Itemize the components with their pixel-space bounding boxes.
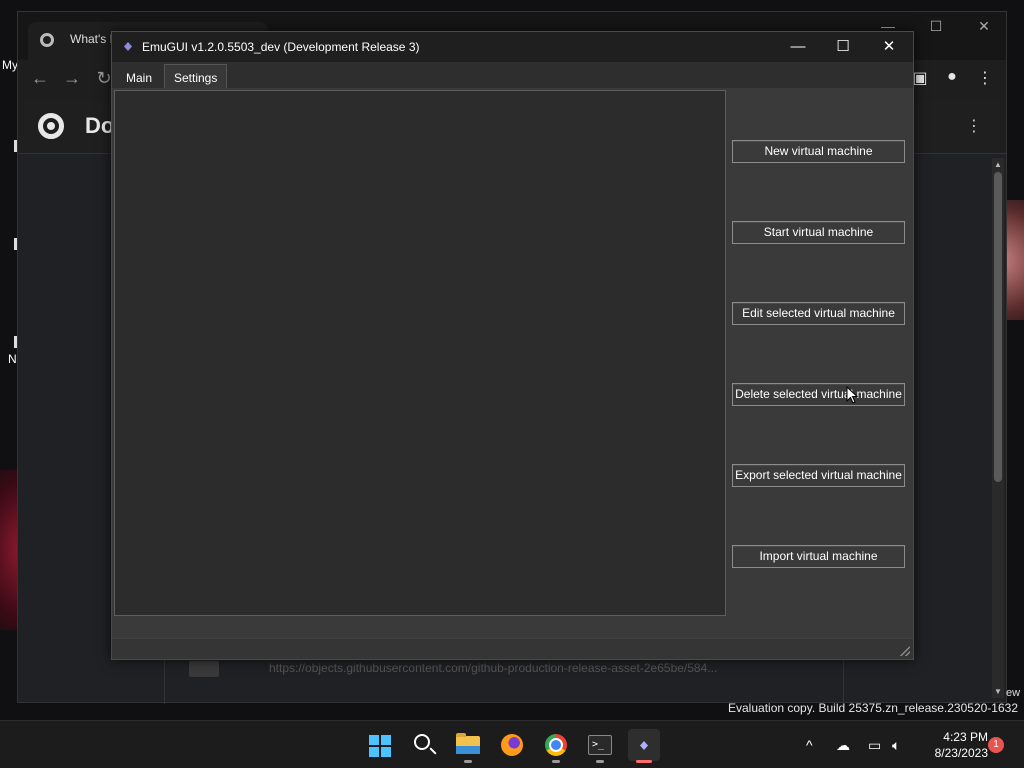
mouse-cursor-icon bbox=[846, 386, 858, 404]
close-button[interactable]: ✕ bbox=[874, 36, 904, 58]
taskbar: >_ ^ ☁ ▭ 🔈︎ 4:23 PM 8/23/2023 1 bbox=[0, 720, 1024, 768]
start-vm-button[interactable]: Start virtual machine bbox=[732, 221, 905, 244]
clock-time: 4:23 PM bbox=[943, 730, 988, 744]
import-vm-button[interactable]: Import virtual machine bbox=[732, 545, 905, 568]
network-icon[interactable]: ▭ bbox=[868, 721, 881, 768]
edit-vm-button[interactable]: Edit selected virtual machine bbox=[732, 302, 905, 325]
start-button[interactable] bbox=[364, 729, 396, 761]
volume-icon[interactable]: 🔈︎ bbox=[892, 721, 900, 768]
maximize-button[interactable]: ☐ bbox=[828, 36, 858, 58]
chrome-close-button[interactable]: ✕ bbox=[969, 18, 999, 35]
firefox-button[interactable] bbox=[496, 729, 528, 761]
chrome-menu-icon[interactable]: ⋮ bbox=[973, 68, 997, 88]
emugui-window: EmuGUI v1.2.0.5503_dev (Development Rele… bbox=[111, 31, 914, 660]
system-clock[interactable]: 4:23 PM 8/23/2023 bbox=[918, 729, 988, 761]
export-vm-button[interactable]: Export selected virtual machine bbox=[732, 464, 905, 487]
download-url[interactable]: https://objects.githubusercontent.com/gi… bbox=[269, 661, 717, 675]
emugui-app-icon bbox=[124, 42, 132, 51]
forward-icon[interactable]: → bbox=[60, 68, 84, 89]
resize-grip-icon[interactable] bbox=[900, 646, 910, 656]
scroll-down-icon[interactable]: ▼ bbox=[992, 687, 1004, 696]
running-indicator bbox=[596, 760, 604, 763]
chrome-button[interactable] bbox=[540, 729, 572, 763]
file-explorer-icon bbox=[456, 733, 480, 754]
terminal-icon: >_ bbox=[588, 735, 612, 755]
new-vm-button[interactable]: New virtual machine bbox=[732, 140, 905, 163]
back-icon[interactable]: ← bbox=[28, 68, 52, 89]
search-button[interactable] bbox=[408, 729, 440, 761]
active-indicator bbox=[636, 760, 652, 763]
vm-list[interactable] bbox=[114, 90, 726, 616]
minimize-button[interactable]: — bbox=[783, 36, 813, 58]
chrome-scrollbar[interactable]: ▲ ▼ bbox=[992, 158, 1004, 698]
scroll-up-icon[interactable]: ▲ bbox=[992, 160, 1004, 169]
search-icon bbox=[414, 734, 430, 750]
tab-settings[interactable]: Settings bbox=[164, 64, 228, 89]
chrome-icon bbox=[545, 734, 567, 756]
chrome-favicon-icon bbox=[40, 33, 54, 47]
firefox-icon bbox=[501, 734, 523, 756]
file-explorer-button[interactable] bbox=[452, 729, 484, 763]
chrome-logo-icon bbox=[38, 113, 64, 139]
main-tab-panel: New virtual machine Start virtual machin… bbox=[112, 88, 913, 659]
evaluation-watermark: Evaluation copy. Build 25375.zn_release.… bbox=[728, 701, 1018, 715]
page-title: Do bbox=[85, 113, 115, 138]
scrollbar-thumb[interactable] bbox=[994, 172, 1002, 482]
delete-vm-button[interactable]: Delete selected virtual machine bbox=[732, 383, 905, 406]
status-bar bbox=[112, 638, 913, 659]
clock-date: 8/23/2023 bbox=[934, 746, 988, 760]
desktop-icon-label[interactable]: My bbox=[2, 58, 18, 72]
emugui-icon bbox=[640, 741, 648, 750]
emugui-titlebar[interactable]: EmuGUI v1.2.0.5503_dev (Development Rele… bbox=[112, 32, 913, 62]
partial-text: ew bbox=[1006, 687, 1021, 699]
tray-overflow-chevron-icon[interactable]: ^ bbox=[806, 721, 813, 768]
profile-icon[interactable]: ● bbox=[940, 68, 964, 86]
running-indicator bbox=[552, 760, 560, 763]
page-menu-icon[interactable]: ⋮ bbox=[966, 116, 982, 136]
desktop-icon-label[interactable]: N bbox=[8, 352, 17, 366]
terminal-button[interactable]: >_ bbox=[584, 729, 616, 763]
running-indicator bbox=[464, 760, 472, 763]
notification-badge[interactable]: 1 bbox=[988, 737, 1004, 753]
windows-logo-icon bbox=[369, 735, 391, 757]
download-file-icon bbox=[189, 661, 219, 677]
emugui-tabbar: Main Settings bbox=[112, 62, 913, 89]
onedrive-icon[interactable]: ☁ bbox=[836, 721, 850, 768]
tab-main[interactable]: Main bbox=[116, 64, 163, 89]
window-title: EmuGUI v1.2.0.5503_dev (Development Rele… bbox=[142, 40, 420, 54]
emugui-taskbar-button[interactable] bbox=[628, 729, 660, 763]
chrome-maximize-button[interactable]: ☐ bbox=[921, 18, 951, 35]
